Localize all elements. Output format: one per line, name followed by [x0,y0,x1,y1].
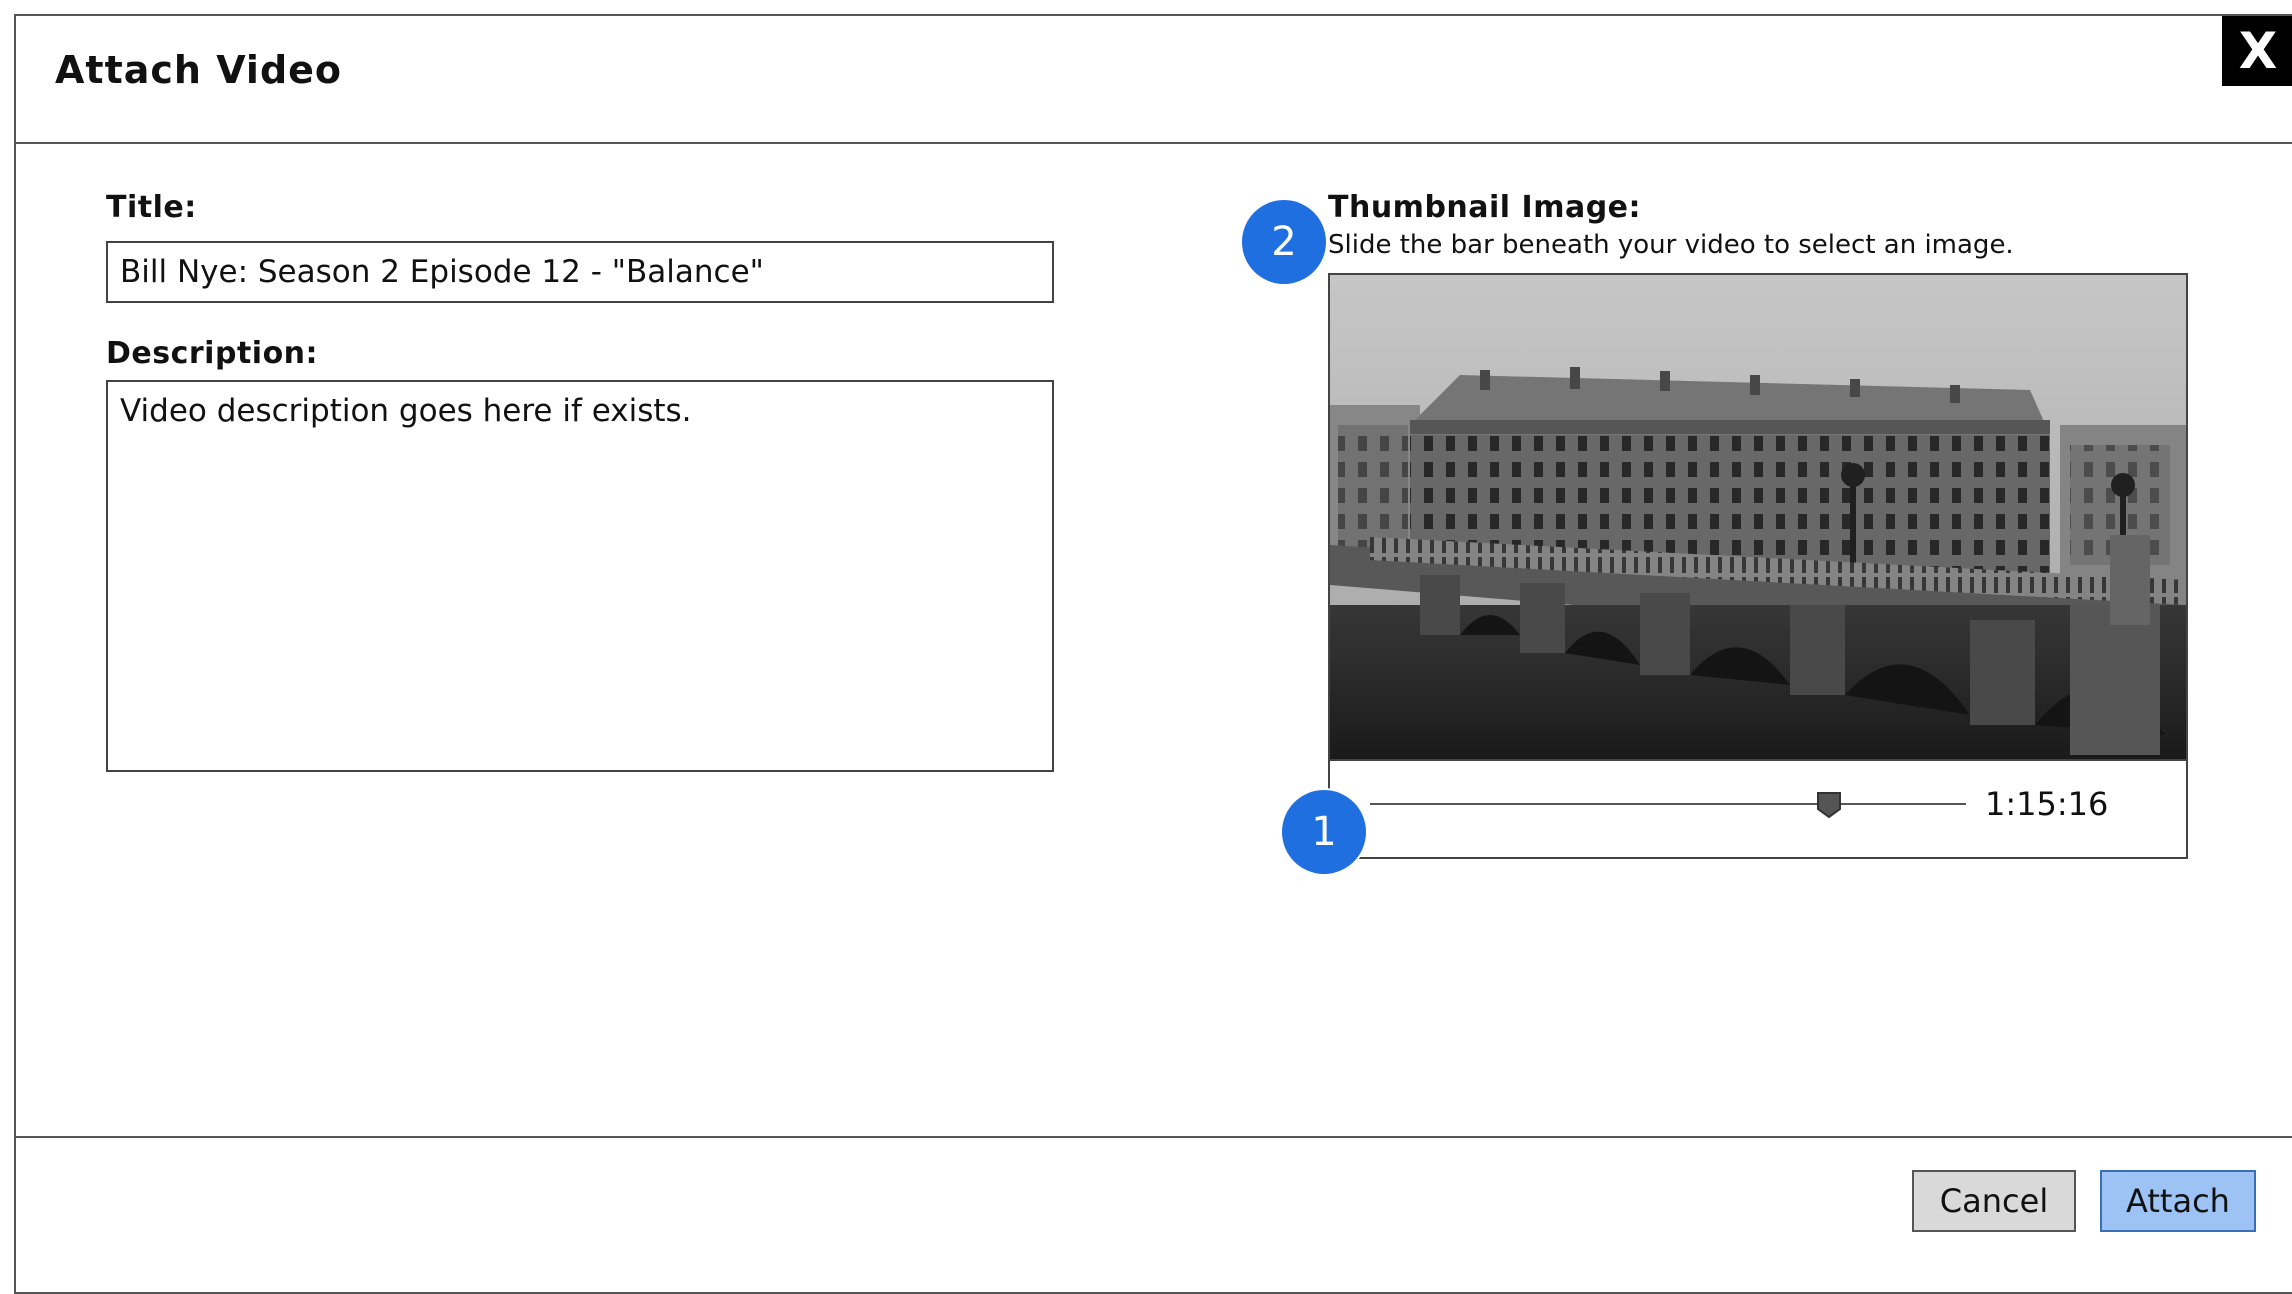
attach-button[interactable]: Attach [2100,1170,2256,1232]
description-textarea[interactable]: Video description goes here if exists. [106,380,1054,772]
thumbnail-slider-handle[interactable] [1816,791,1842,819]
thumbnail-frame: 1:15:16 [1328,273,2188,859]
annotation-badge-1: 1 [1282,790,1366,874]
thumbnail-image [1330,275,2186,761]
thumbnail-hint: Slide the bar beneath your video to sele… [1328,230,2014,260]
title-input[interactable]: Bill Nye: Season 2 Episode 12 - "Balance… [106,241,1054,303]
thumbnail-time: 1:15:16 [1985,785,2109,823]
description-label: Description: [106,336,319,371]
title-label: Title: [106,190,197,225]
thumbnail-slider-track[interactable] [1370,803,1966,805]
dialog-title: Attach Video [55,48,343,92]
footer-divider [14,1136,2292,1138]
cancel-button[interactable]: Cancel [1912,1170,2076,1232]
annotation-badge-2: 2 [1242,200,1326,284]
header-divider [14,142,2292,144]
thumbnail-label: Thumbnail Image: [1328,190,1642,225]
close-button[interactable]: X [2222,16,2292,86]
